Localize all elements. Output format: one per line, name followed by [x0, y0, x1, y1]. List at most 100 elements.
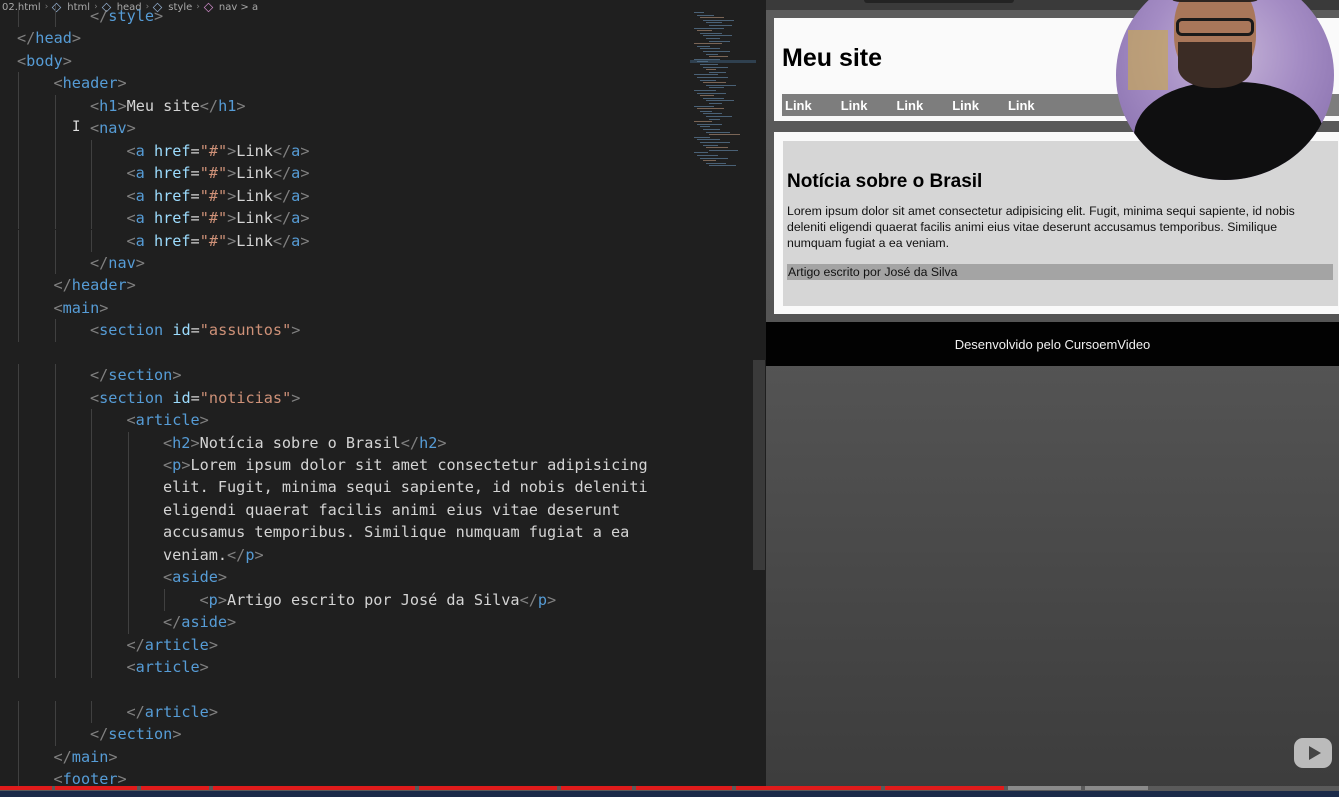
minimap-line	[700, 126, 710, 128]
code-token: >	[117, 96, 127, 115]
code-token: main	[62, 298, 100, 317]
code-token: style	[108, 7, 155, 25]
minimap-line	[700, 95, 714, 97]
minimap-line	[706, 147, 728, 149]
breadcrumb-html[interactable]: html	[67, 2, 90, 13]
code-token: main	[71, 747, 109, 766]
code-line[interactable]: <a href="#">Link</a>	[127, 140, 310, 162]
code-line[interactable]: <nav>	[90, 117, 136, 139]
nav-link-2[interactable]: Link	[841, 98, 868, 113]
breadcrumb-style[interactable]: style	[168, 2, 192, 13]
code-token: a	[291, 141, 301, 160]
progress-segment-buffered	[1085, 786, 1148, 790]
code-token: =	[190, 209, 200, 228]
code-line[interactable]: <h1>Meu site</h1>	[90, 95, 246, 117]
code-line[interactable]: <h2>Notícia sobre o Brasil</h2>	[163, 432, 447, 454]
code-editor[interactable]: 02.html › html › head › style › nav > a </st…	[0, 0, 766, 797]
indent-guide	[91, 656, 92, 679]
code-token: <	[199, 590, 209, 609]
code-token: >	[62, 51, 72, 70]
nav-link-4[interactable]: Link	[952, 98, 979, 113]
vertical-scrollbar[interactable]	[753, 360, 765, 570]
indent-guide	[18, 611, 19, 634]
minimap-line	[697, 92, 726, 94]
code-line[interactable]: </main>	[54, 746, 118, 768]
minimap-line	[700, 157, 728, 159]
article-aside: Artigo escrito por José da Silva	[787, 264, 1333, 280]
indent-guide	[18, 72, 19, 95]
minimap-line	[709, 149, 738, 151]
code-line[interactable]: <p>Lorem ipsum dolor sit amet consectetu…	[163, 454, 648, 476]
youtube-logo-icon[interactable]	[1294, 738, 1332, 768]
breadcrumb-file[interactable]: 02.html	[2, 2, 41, 13]
indent-guide	[127, 588, 129, 612]
code-line[interactable]: </nav>	[90, 252, 145, 274]
indent-guide	[91, 431, 92, 454]
minimap[interactable]	[690, 12, 756, 182]
code-token: <	[90, 119, 100, 138]
code-line[interactable]: </section>	[90, 723, 181, 745]
code-line[interactable]: <a href="#">Link</a>	[127, 185, 310, 207]
code-line[interactable]: <a href="#">Link</a>	[127, 230, 310, 252]
code-token: </	[17, 29, 36, 48]
code-line[interactable]: </head>	[17, 27, 81, 49]
code-token: veniam.	[163, 545, 228, 564]
code-line[interactable]: </article>	[127, 634, 218, 656]
code-line[interactable]: <aside>	[163, 566, 227, 588]
minimap-line	[709, 40, 730, 42]
code-line[interactable]: <header>	[54, 72, 127, 94]
code-token: nav	[108, 253, 136, 272]
code-token: Notícia sobre o Brasil	[199, 433, 401, 452]
minimap-line	[703, 19, 734, 21]
code-line[interactable]: </section>	[90, 364, 181, 386]
indent-guide	[91, 476, 92, 499]
code-line[interactable]: </article>	[127, 701, 218, 723]
code-line[interactable]: <a href="#">Link</a>	[127, 162, 310, 184]
code-token: >	[300, 231, 310, 250]
code-token: id	[172, 388, 191, 407]
code-line[interactable]: </style>	[90, 5, 163, 27]
code-token: >	[135, 253, 145, 272]
code-token: href	[153, 141, 191, 160]
code-token: h2	[419, 433, 438, 452]
code-line[interactable]: </header>	[54, 274, 136, 296]
code-line[interactable]: elit. Fugit, minima sequi sapiente, id n…	[163, 476, 648, 498]
code-line[interactable]: <body>	[17, 50, 72, 72]
indent-guide	[91, 633, 92, 657]
minimap-line	[700, 32, 722, 34]
code-token: </	[90, 725, 109, 744]
code-line[interactable]: <main>	[54, 297, 109, 319]
minimap-line	[709, 25, 732, 26]
nav-link-3[interactable]: Link	[896, 98, 923, 113]
code-line[interactable]: <section id="noticias">	[90, 387, 300, 409]
minimap-line	[697, 155, 718, 156]
minimap-line	[706, 162, 726, 164]
indent-guide	[91, 588, 92, 612]
code-line[interactable]: <section id="assuntos">	[90, 319, 300, 341]
code-token: </	[163, 613, 182, 632]
code-token: </	[90, 253, 109, 272]
nav-link-1[interactable]: Link	[785, 98, 812, 113]
indent-guide	[54, 656, 56, 679]
code-line[interactable]: </aside>	[163, 611, 236, 633]
code-line[interactable]: <p>Artigo escrito por José da Silva</p>	[200, 589, 557, 611]
code-token: <	[163, 568, 173, 587]
minimap-line	[700, 48, 720, 50]
code-token: >	[300, 209, 310, 228]
code-line[interactable]: <a href="#">Link</a>	[127, 207, 310, 229]
code-line[interactable]: eligendi quaerat facilis animi eius vita…	[163, 499, 620, 521]
code-token: =	[190, 388, 200, 407]
code-token: "#"	[199, 231, 228, 250]
progress-segment	[736, 786, 881, 790]
minimap-line	[694, 12, 704, 13]
code-line[interactable]: veniam.</p>	[163, 544, 264, 566]
breadcrumb-selector[interactable]: nav > a	[219, 2, 258, 13]
code-line[interactable]: <article>	[127, 409, 209, 431]
indent-guide	[127, 476, 129, 499]
code-line[interactable]: <article>	[127, 656, 209, 678]
minimap-line	[697, 30, 712, 32]
code-token: >	[208, 702, 218, 721]
code-line[interactable]: accusamus temporibus. Similique numquam …	[163, 521, 629, 543]
nav-link-5[interactable]: Link	[1008, 98, 1035, 113]
